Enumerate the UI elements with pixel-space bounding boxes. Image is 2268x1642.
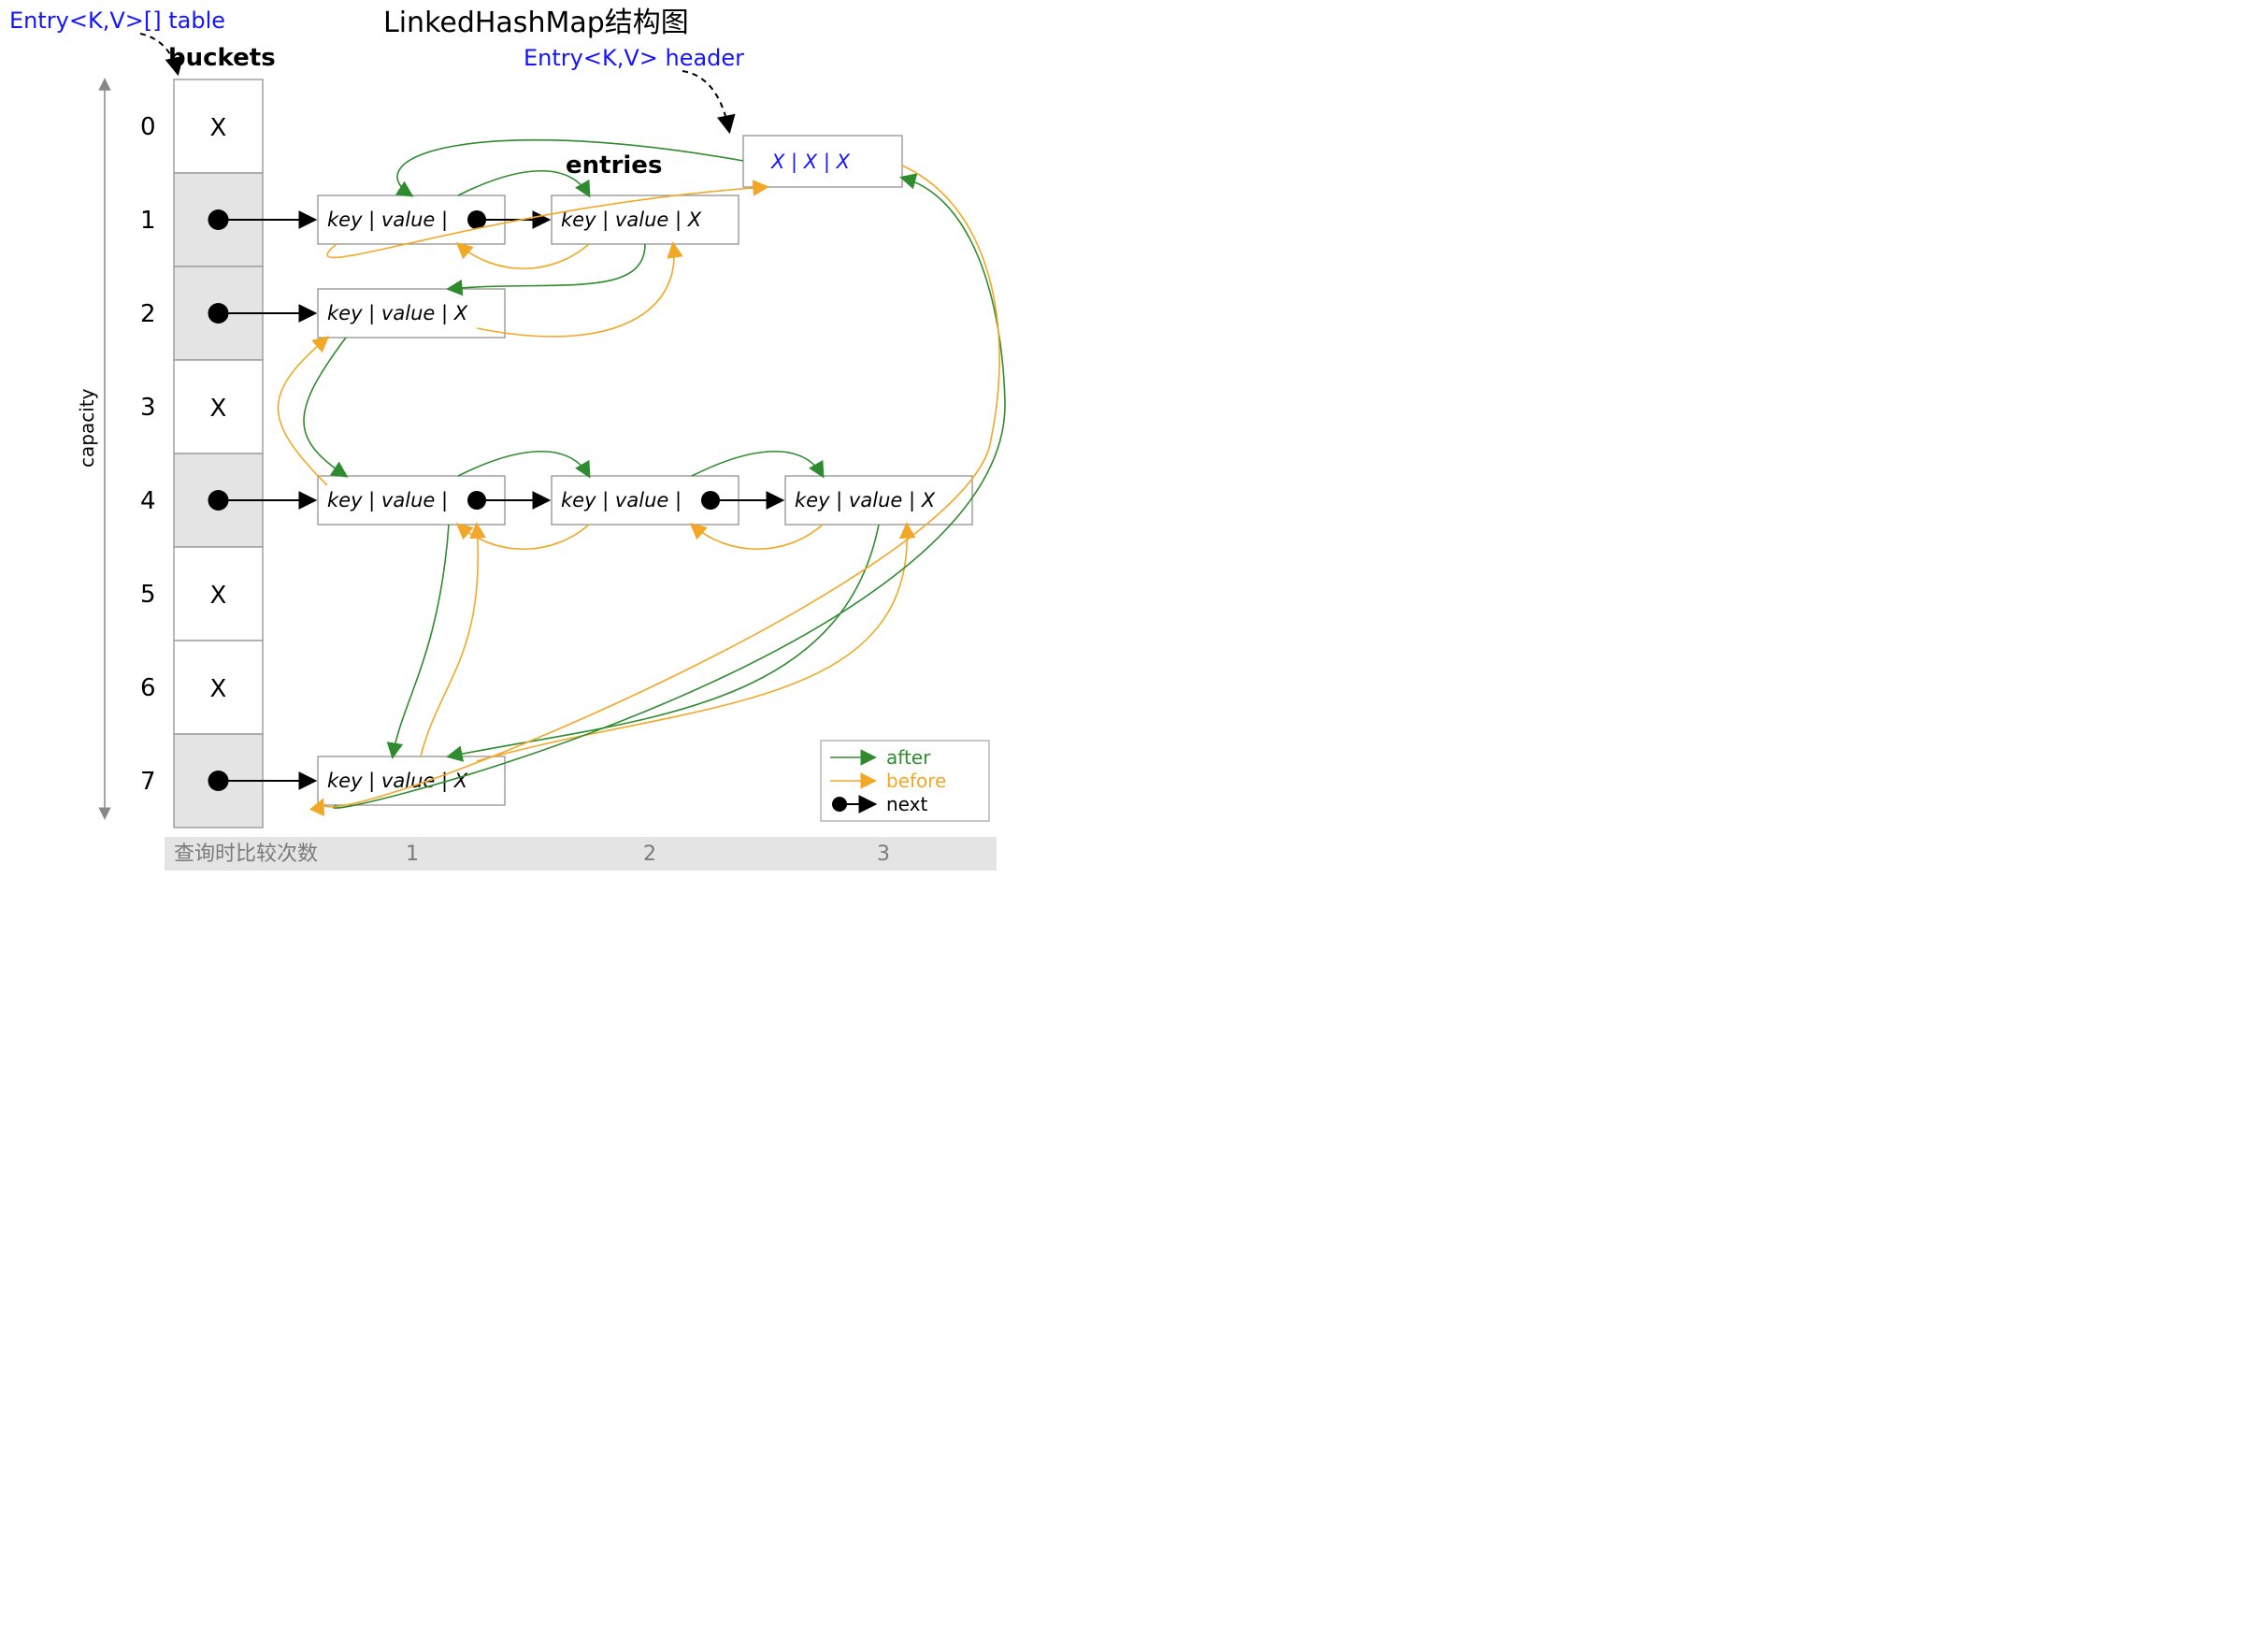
bucket-column: 0 X 1 2 3 X 4 5 X 6 X 7	[140, 79, 263, 828]
bucket-empty: X	[210, 582, 227, 610]
bucket-index: 7	[140, 768, 156, 796]
entry-dot	[467, 491, 486, 510]
bucket-empty: X	[210, 114, 227, 142]
entry-text: key | value |	[327, 489, 448, 512]
entry-text: key | value |	[561, 489, 682, 512]
bucket-empty: X	[210, 395, 227, 423]
arrow	[477, 244, 674, 337]
bucket-dot	[208, 303, 229, 324]
bucket-index: 2	[140, 300, 156, 328]
entry-node: key | value | X	[318, 756, 505, 805]
footer-label: 查询时比较次数	[174, 843, 318, 866]
entry-text: key | value | X	[561, 209, 702, 232]
bucket-dot	[208, 490, 229, 511]
bucket-index: 5	[140, 581, 156, 609]
bucket-dot	[208, 209, 229, 230]
entries-label: entries	[566, 151, 662, 180]
legend-next: next	[886, 793, 927, 815]
header-node: X | X | X	[743, 136, 902, 187]
arrow-to-header	[682, 71, 729, 131]
arrow	[458, 452, 589, 476]
entry-dot	[701, 491, 720, 510]
bucket-index: 0	[140, 113, 156, 141]
bucket-index: 1	[140, 207, 156, 235]
arrow	[692, 525, 823, 549]
bucket-index: 6	[140, 674, 156, 702]
arrow	[458, 244, 589, 268]
entry-node: key | value |	[318, 195, 505, 244]
header-label: Entry<K,V> header	[524, 45, 744, 71]
buckets-label: buckets	[168, 44, 276, 72]
entry-node: key | value | X	[552, 195, 739, 244]
entry-nodes: key | value | key | value | X key | value…	[318, 195, 972, 805]
entry-text: key | value | X	[327, 302, 468, 325]
table-label: Entry<K,V>[] table	[9, 7, 225, 34]
legend-before: before	[886, 770, 946, 792]
capacity-label: capacity	[76, 388, 98, 468]
header-content: X | X | X	[770, 151, 851, 174]
diagram-title: LinkedHashMap结构图	[383, 7, 689, 39]
footer-col-1: 1	[406, 843, 419, 866]
bucket-index: 3	[140, 394, 156, 422]
entry-node: key | value | X	[318, 289, 505, 338]
bucket-index: 4	[140, 487, 156, 515]
arrow	[477, 525, 907, 761]
footer-col-3: 3	[877, 843, 890, 866]
footer-col-2: 2	[643, 843, 656, 866]
bucket-empty: X	[210, 675, 227, 703]
legend-after: after	[886, 746, 931, 769]
entry-text: key | value |	[327, 209, 448, 232]
entry-dot	[467, 210, 486, 229]
bucket-dot	[208, 771, 229, 791]
arrow	[279, 338, 328, 485]
arrow	[692, 452, 823, 476]
entry-node: key | value | X	[785, 476, 972, 525]
legend: after before next	[821, 741, 989, 821]
arrow	[393, 525, 449, 756]
footer-bar: 查询时比较次数 1 2 3	[165, 837, 997, 871]
entry-node: key | value |	[552, 476, 739, 525]
arrow	[304, 338, 346, 476]
arrow	[449, 525, 879, 756]
entry-node: key | value |	[318, 476, 505, 525]
entry-text: key | value | X	[795, 489, 936, 512]
